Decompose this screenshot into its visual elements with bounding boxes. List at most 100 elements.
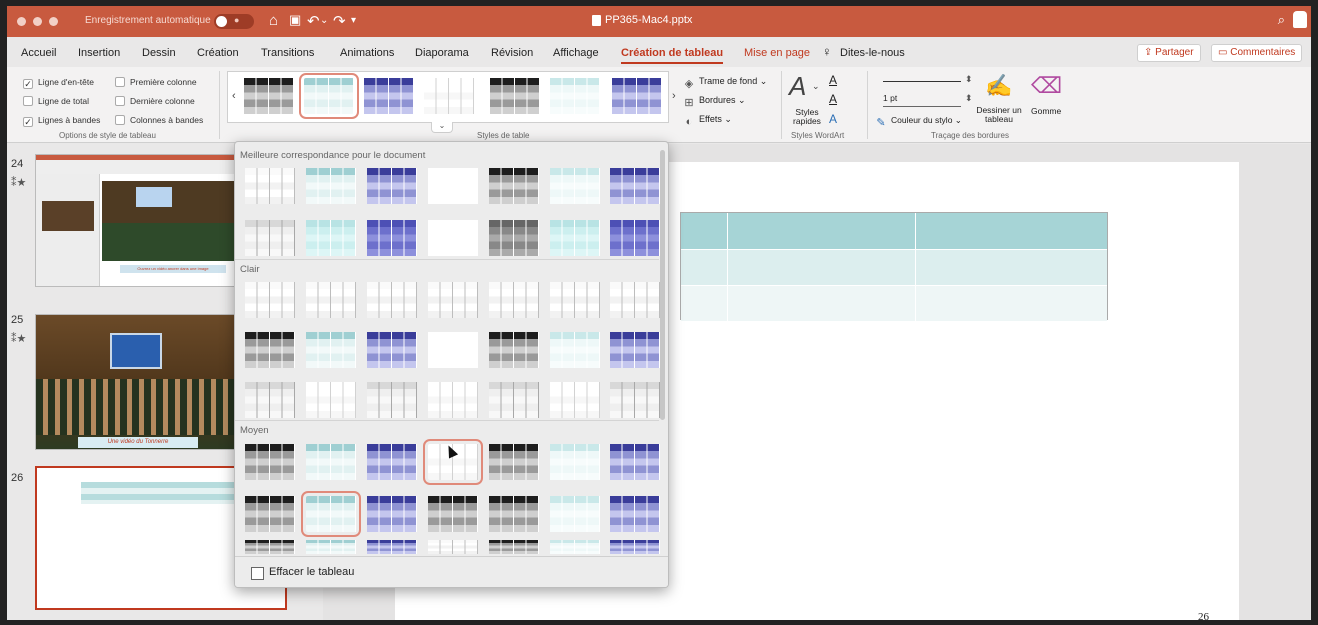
dropdown-scrollbar[interactable] (660, 150, 665, 420)
tab-animations[interactable]: Animations (340, 47, 394, 59)
table-style-option[interactable] (550, 220, 600, 256)
gallery-right-arrow-icon[interactable]: › (672, 90, 676, 102)
table-style-option[interactable] (367, 220, 417, 256)
table-style-option[interactable] (367, 282, 417, 318)
table-style-option[interactable] (424, 78, 474, 114)
borders-button[interactable]: ⊞ Bordures ⌄ (683, 95, 745, 109)
redo-icon[interactable]: ↷ (333, 12, 346, 30)
table-style-option[interactable] (610, 496, 660, 532)
table-style-option[interactable] (364, 78, 414, 114)
table-selection[interactable] (680, 212, 1108, 321)
table-style-option[interactable] (306, 220, 356, 256)
table-style-option[interactable] (306, 282, 356, 318)
table-style-option[interactable] (428, 496, 478, 532)
table-style-option[interactable] (490, 78, 540, 114)
wordart-a-icon[interactable]: A (789, 71, 806, 102)
table-style-option[interactable] (489, 332, 539, 368)
table-style-option[interactable] (489, 282, 539, 318)
gallery-left-arrow-icon[interactable]: ‹ (232, 90, 236, 102)
zoom-window-button[interactable] (49, 17, 58, 26)
table-style-option[interactable] (428, 168, 478, 204)
option-total-row[interactable]: Ligne de total (23, 96, 89, 106)
table-style-option[interactable] (550, 332, 600, 368)
table-style-option[interactable] (489, 220, 539, 256)
quick-styles-label[interactable]: Styles rapides (791, 108, 823, 126)
table-style-option[interactable] (489, 168, 539, 204)
undo-icon[interactable]: ↶ (307, 12, 320, 30)
table-style-option[interactable] (306, 332, 356, 368)
tab-insertion[interactable]: Insertion (78, 47, 120, 59)
table-style-option[interactable] (367, 540, 417, 554)
table-style-option[interactable] (245, 168, 295, 204)
effects-button[interactable]: ◐ Effets ⌄ (683, 114, 732, 128)
table-style-option[interactable] (610, 540, 660, 554)
table-style-option[interactable] (550, 78, 600, 114)
user-icon[interactable] (1293, 11, 1307, 28)
tab-accueil[interactable]: Accueil (21, 47, 56, 59)
tab-transitions[interactable]: Transitions (261, 47, 314, 59)
table-style-option[interactable] (306, 540, 356, 554)
table-style-option[interactable] (489, 496, 539, 532)
table-style-option[interactable] (367, 496, 417, 532)
table-style-option[interactable] (367, 444, 417, 480)
close-window-button[interactable] (17, 17, 26, 26)
table-style-option[interactable] (367, 168, 417, 204)
table-style-option[interactable] (301, 491, 361, 537)
save-icon[interactable]: ▣ (289, 12, 301, 28)
comments-button[interactable]: ▭ Commentaires (1211, 44, 1303, 62)
house-icon[interactable]: ⌂ (269, 12, 278, 29)
eraser-icon[interactable]: ⌫ (1031, 73, 1062, 99)
pen-weight-select[interactable]: 1 pt (883, 93, 961, 107)
table-style-option[interactable] (245, 220, 295, 256)
table-style-option[interactable] (489, 540, 539, 554)
table-style-option[interactable] (428, 540, 478, 554)
table-style-option[interactable] (489, 382, 539, 418)
table-style-option[interactable] (367, 332, 417, 368)
option-first-column[interactable]: Première colonne (115, 77, 197, 87)
tab-creation[interactable]: Création (197, 47, 239, 59)
text-effects-icon[interactable]: A (829, 112, 837, 126)
table-style-option[interactable] (299, 73, 359, 119)
table-style-option[interactable] (550, 540, 600, 554)
table-style-option[interactable] (306, 444, 356, 480)
tab-mise-en-page[interactable]: Mise en page (744, 47, 810, 59)
table-style-option[interactable] (245, 332, 295, 368)
tell-me-field[interactable]: Dites-le-nous (840, 47, 905, 59)
text-outline-icon[interactable]: A (829, 92, 837, 106)
draw-table-label[interactable]: Dessiner un tableau (973, 106, 1025, 124)
table-style-option[interactable] (610, 282, 660, 318)
table-style-option[interactable] (550, 496, 600, 532)
tab-affichage[interactable]: Affichage (553, 47, 599, 59)
table-style-option[interactable] (245, 282, 295, 318)
table-style-option[interactable] (244, 78, 294, 114)
share-button[interactable]: ⇪ Partager (1137, 44, 1201, 62)
option-banded-columns[interactable]: Colonnes à bandes (115, 115, 203, 125)
slide-thumb-25[interactable]: Une vidéo du Tonnerre (35, 314, 239, 450)
table-style-option[interactable] (610, 168, 660, 204)
undo-dropdown-icon[interactable]: ⌄ (320, 15, 328, 26)
table-style-option[interactable] (550, 444, 600, 480)
autosave-toggle[interactable]: ● (214, 14, 254, 29)
table-style-option[interactable] (428, 332, 478, 368)
gallery-expand-icon[interactable]: ⌄ (431, 122, 453, 133)
table-style-option[interactable] (428, 220, 478, 256)
minimize-window-button[interactable] (33, 17, 42, 26)
table-style-option[interactable] (245, 382, 295, 418)
customize-toolbar-icon[interactable]: ▾ (351, 15, 356, 26)
tab-revision[interactable]: Révision (491, 47, 533, 59)
tab-creation-de-tableau[interactable]: Création de tableau (621, 47, 724, 64)
table-style-option[interactable] (245, 496, 295, 532)
table-style-option[interactable] (550, 382, 600, 418)
search-icon[interactable]: ⌕ (1278, 12, 1285, 28)
table-style-option[interactable] (428, 382, 478, 418)
option-header-row[interactable]: ✓ Ligne d'en-tête (23, 77, 94, 89)
draw-table-icon[interactable]: ✍ (985, 73, 1012, 99)
table-style-option[interactable] (367, 382, 417, 418)
stepper-icon[interactable]: ⬍ (965, 93, 973, 104)
chevron-down-icon[interactable]: ⌄ (812, 81, 820, 92)
table-style-option[interactable] (550, 168, 600, 204)
table-style-option[interactable] (428, 282, 478, 318)
option-last-column[interactable]: Dernière colonne (115, 96, 195, 106)
shading-button[interactable]: ◈ Trame de fond ⌄ (683, 76, 767, 90)
eraser-label[interactable]: Gomme (1031, 106, 1061, 116)
